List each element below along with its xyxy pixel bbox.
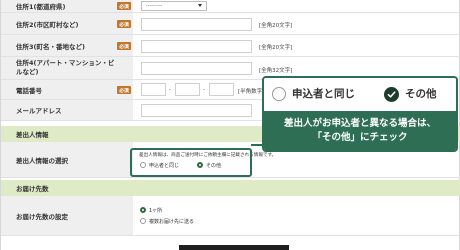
chevron-down-icon bbox=[198, 4, 202, 7]
delivery-count-label: お届け先数の設定 bbox=[1, 196, 133, 235]
phone-input-1[interactable] bbox=[141, 83, 166, 96]
phone-hint: [半角数字] bbox=[238, 89, 265, 95]
sender-options-highlight bbox=[130, 148, 252, 177]
delivery-radio-multiple[interactable] bbox=[140, 218, 146, 224]
email-input[interactable] bbox=[141, 104, 252, 117]
address1-row: 住所1(都道府県) 必須 --------- bbox=[1, 0, 460, 13]
callout-text-line1: 差出人がお申込者と異なる場合は、 bbox=[283, 117, 436, 129]
delivery-count-row: お届け先数の設定 1ヶ所 複数お届け先に送る bbox=[1, 196, 460, 236]
callout-options: 申込者と同じ その他 bbox=[264, 78, 456, 111]
phone-input-3[interactable] bbox=[209, 83, 234, 96]
prefecture-select[interactable]: --------- bbox=[141, 1, 207, 11]
callout-radio-same bbox=[272, 87, 286, 101]
email-label: メールアドレス bbox=[1, 100, 133, 120]
check-icon bbox=[384, 87, 399, 102]
required-badge: 必須 bbox=[117, 20, 131, 28]
address3-input[interactable] bbox=[141, 40, 252, 53]
delivery-option-one-label: 1ヶ所 bbox=[149, 208, 163, 214]
callout-message: 差出人がお申込者と異なる場合は、 「その他」にチェック bbox=[264, 111, 456, 150]
phone-separator: - bbox=[203, 87, 205, 93]
required-badge: 必須 bbox=[117, 2, 131, 10]
address3-label: 住所3(町名・番地など) bbox=[1, 35, 133, 56]
required-badge: 必須 bbox=[117, 86, 131, 94]
phone-label: 電話番号 bbox=[1, 80, 133, 99]
callout-option-other-label: その他 bbox=[405, 88, 437, 100]
callout-text-line2: 「その他」にチェック bbox=[312, 131, 408, 143]
delivery-radio-one[interactable] bbox=[140, 207, 146, 213]
address4-input[interactable] bbox=[141, 62, 252, 75]
next-button[interactable] bbox=[179, 245, 289, 250]
address2-label: 住所2(市区町村など) bbox=[1, 13, 133, 34]
callout-option-same-label: 申込者と同じ bbox=[292, 88, 355, 100]
phone-separator: - bbox=[169, 87, 171, 93]
address4-hint: [全角32文字] bbox=[259, 68, 293, 74]
address2-row: 住所2(市区町村など) 必須 [全角20文字] bbox=[1, 13, 460, 35]
phone-input-2[interactable] bbox=[175, 83, 200, 96]
address3-row: 住所3(町名・番地など) 必須 [全角20文字] bbox=[1, 35, 460, 57]
sender-callout: 申込者と同じ その他 差出人がお申込者と異なる場合は、 「その他」にチェック bbox=[262, 76, 458, 152]
address4-label: 住所4(アパート・マンション・ビルなど) bbox=[1, 57, 133, 79]
delivery-section-header: お届け先数 bbox=[1, 180, 460, 196]
address1-label: 住所1(都道府県) bbox=[1, 0, 133, 12]
address2-input[interactable] bbox=[141, 18, 252, 31]
address3-hint: [全角20文字] bbox=[259, 45, 293, 51]
required-badge: 必須 bbox=[117, 42, 131, 50]
address2-hint: [全角20文字] bbox=[259, 23, 293, 29]
delivery-option-multiple-label: 複数お届け先に送る bbox=[149, 219, 195, 225]
sender-select-label: 差出人情報の選択 bbox=[1, 142, 133, 177]
